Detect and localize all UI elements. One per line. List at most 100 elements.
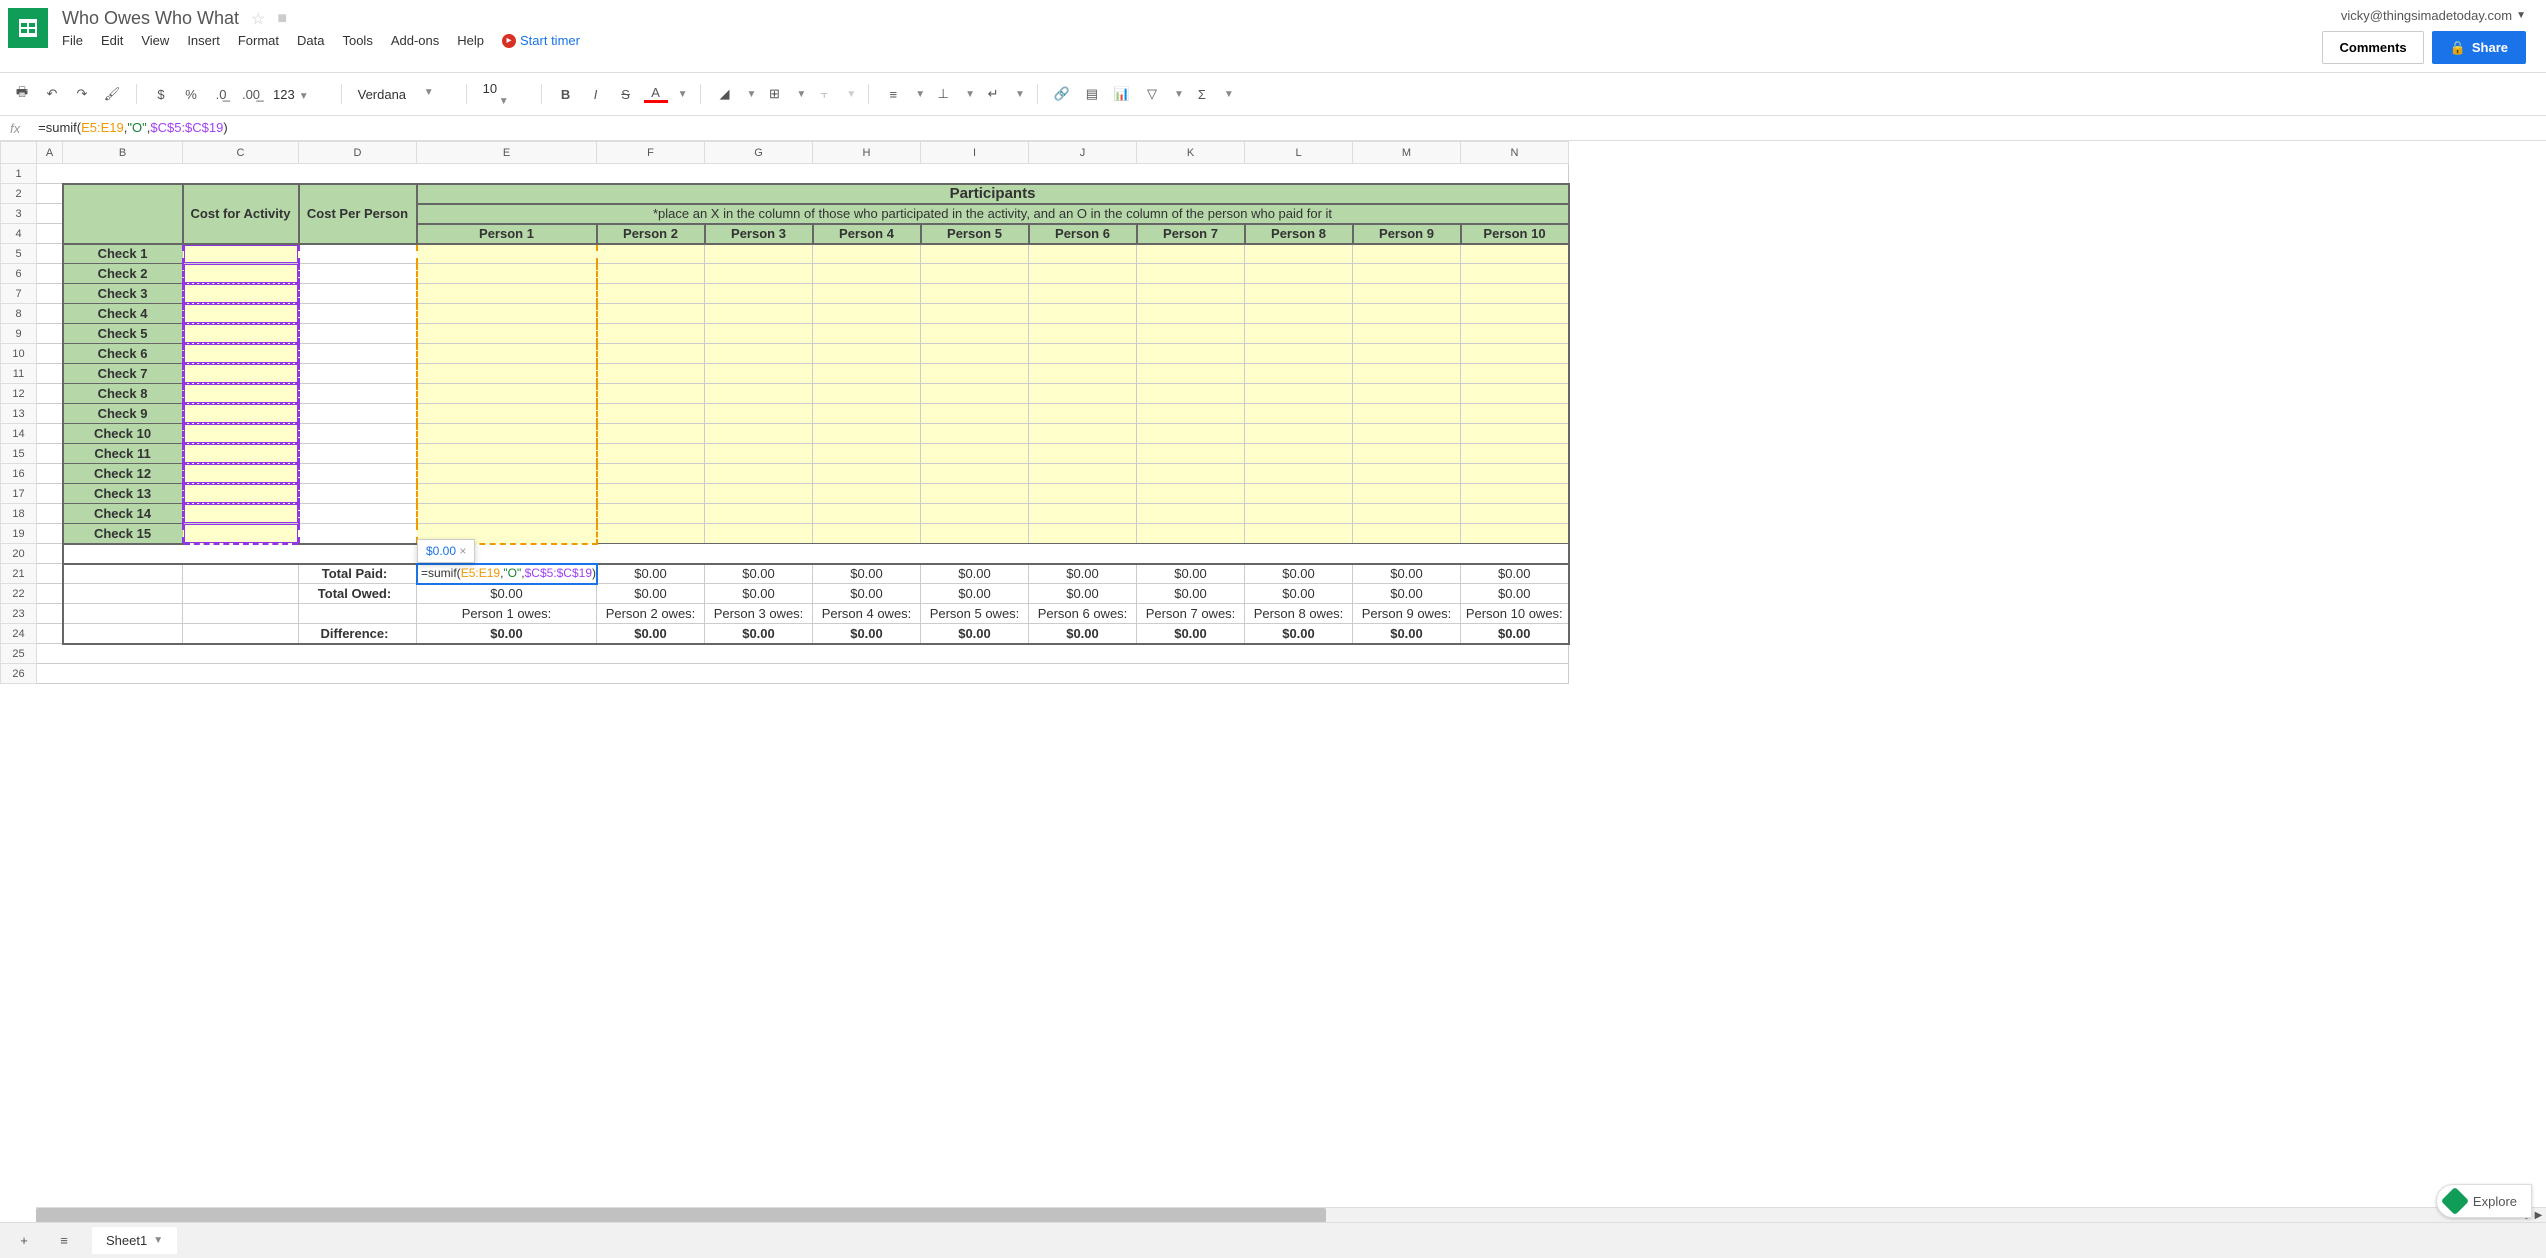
percent-icon[interactable]: % [179, 82, 203, 106]
person10-cell-8[interactable] [1461, 384, 1569, 404]
cost-person-cell-7[interactable] [299, 364, 417, 384]
bold-icon[interactable]: B [554, 82, 578, 106]
increase-decimal-icon[interactable]: .00̲ [239, 82, 263, 106]
person6-cell-6[interactable] [1029, 344, 1137, 364]
person5-cell-6[interactable] [921, 344, 1029, 364]
person9-cell-5[interactable] [1353, 324, 1461, 344]
total-owed-person-7[interactable]: $0.00 [1137, 584, 1245, 604]
font-size-select[interactable]: 10▼ [479, 79, 529, 109]
person8-cell-4[interactable] [1245, 304, 1353, 324]
person8-cell-3[interactable] [1245, 284, 1353, 304]
person6-cell-15[interactable] [1029, 524, 1137, 544]
row-header-6[interactable]: 6 [1, 264, 37, 284]
row-header-10[interactable]: 10 [1, 344, 37, 364]
paint-format-icon[interactable]: 🖌 [100, 82, 124, 106]
person8-cell-1[interactable] [1245, 244, 1353, 264]
total-owed-person-10[interactable]: $0.00 [1461, 584, 1569, 604]
row-header-3[interactable]: 3 [1, 204, 37, 224]
cost-person-cell-8[interactable] [299, 384, 417, 404]
difference-person-5[interactable]: $0.00 [921, 624, 1029, 644]
functions-icon[interactable]: Σ [1190, 82, 1214, 106]
menu-edit[interactable]: Edit [101, 33, 123, 48]
explore-button[interactable]: Explore [2436, 1184, 2532, 1218]
person8-cell-7[interactable] [1245, 364, 1353, 384]
cost-activity-cell-5[interactable] [183, 324, 299, 344]
menu-data[interactable]: Data [297, 33, 324, 48]
person3-cell-3[interactable] [705, 284, 813, 304]
cost-person-cell-11[interactable] [299, 444, 417, 464]
person10-cell-1[interactable] [1461, 244, 1569, 264]
cost-activity-cell-8[interactable] [183, 384, 299, 404]
person5-cell-9[interactable] [921, 404, 1029, 424]
row-header-26[interactable]: 26 [1, 664, 37, 684]
total-paid-person-6[interactable]: $0.00 [1029, 564, 1137, 584]
redo-icon[interactable]: ↷ [70, 82, 94, 106]
person3-cell-6[interactable] [705, 344, 813, 364]
person2-cell-12[interactable] [597, 464, 705, 484]
person5-cell-2[interactable] [921, 264, 1029, 284]
cost-activity-cell-3[interactable] [183, 284, 299, 304]
person3-cell-10[interactable] [705, 424, 813, 444]
person4-cell-15[interactable] [813, 524, 921, 544]
row-header-21[interactable]: 21 [1, 564, 37, 584]
start-timer-button[interactable]: ▸ Start timer [502, 33, 580, 48]
person6-cell-7[interactable] [1029, 364, 1137, 384]
person6-cell-10[interactable] [1029, 424, 1137, 444]
row-header-13[interactable]: 13 [1, 404, 37, 424]
person5-cell-3[interactable] [921, 284, 1029, 304]
scroll-right-icon[interactable]: ▶ [2531, 1208, 2546, 1223]
cost-person-cell-6[interactable] [299, 344, 417, 364]
row-header-22[interactable]: 22 [1, 584, 37, 604]
row-header-20[interactable]: 20 [1, 544, 37, 564]
person1-cell-2[interactable] [417, 264, 597, 284]
difference-person-3[interactable]: $0.00 [705, 624, 813, 644]
person7-cell-10[interactable] [1137, 424, 1245, 444]
row-header-5[interactable]: 5 [1, 244, 37, 264]
person4-cell-6[interactable] [813, 344, 921, 364]
person2-cell-13[interactable] [597, 484, 705, 504]
sheet-tab-1[interactable]: Sheet1 ▼ [92, 1227, 177, 1254]
col-header-L[interactable]: L [1245, 142, 1353, 164]
cost-person-cell-10[interactable] [299, 424, 417, 444]
cost-activity-cell-13[interactable] [183, 484, 299, 504]
filter-icon[interactable]: ▽ [1140, 82, 1164, 106]
cost-person-cell-5[interactable] [299, 324, 417, 344]
person4-cell-7[interactable] [813, 364, 921, 384]
cost-activity-cell-15[interactable] [183, 524, 299, 544]
person2-cell-10[interactable] [597, 424, 705, 444]
person6-cell-12[interactable] [1029, 464, 1137, 484]
person10-cell-11[interactable] [1461, 444, 1569, 464]
person8-cell-5[interactable] [1245, 324, 1353, 344]
person8-cell-12[interactable] [1245, 464, 1353, 484]
person8-cell-9[interactable] [1245, 404, 1353, 424]
total-owed-person-4[interactable]: $0.00 [813, 584, 921, 604]
person7-cell-6[interactable] [1137, 344, 1245, 364]
person6-cell-2[interactable] [1029, 264, 1137, 284]
borders-icon[interactable]: ⊞ [762, 82, 786, 106]
total-paid-person-4[interactable]: $0.00 [813, 564, 921, 584]
person1-cell-1[interactable] [417, 244, 597, 264]
italic-icon[interactable]: I [584, 82, 608, 106]
person8-cell-6[interactable] [1245, 344, 1353, 364]
person6-cell-1[interactable] [1029, 244, 1137, 264]
col-header-I[interactable]: I [921, 142, 1029, 164]
add-sheet-icon[interactable]: + [12, 1229, 36, 1253]
difference-person-9[interactable]: $0.00 [1353, 624, 1461, 644]
total-owed-person-9[interactable]: $0.00 [1353, 584, 1461, 604]
person2-cell-1[interactable] [597, 244, 705, 264]
person10-cell-9[interactable] [1461, 404, 1569, 424]
person5-cell-11[interactable] [921, 444, 1029, 464]
person10-cell-10[interactable] [1461, 424, 1569, 444]
person9-cell-4[interactable] [1353, 304, 1461, 324]
difference-person-8[interactable]: $0.00 [1245, 624, 1353, 644]
doc-title[interactable]: Who Owes Who What [62, 8, 239, 29]
row-header-12[interactable]: 12 [1, 384, 37, 404]
difference-person-6[interactable]: $0.00 [1029, 624, 1137, 644]
person2-cell-7[interactable] [597, 364, 705, 384]
person3-cell-1[interactable] [705, 244, 813, 264]
menu-addons[interactable]: Add-ons [391, 33, 439, 48]
total-owed-person-3[interactable]: $0.00 [705, 584, 813, 604]
person5-cell-10[interactable] [921, 424, 1029, 444]
person3-cell-11[interactable] [705, 444, 813, 464]
person9-cell-6[interactable] [1353, 344, 1461, 364]
